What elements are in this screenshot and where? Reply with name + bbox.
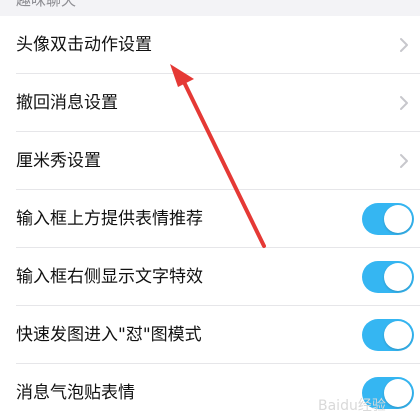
emoji-suggestion-toggle[interactable] bbox=[362, 203, 414, 235]
setting-label: 厘米秀设置 bbox=[16, 151, 101, 171]
setting-label: 撤回消息设置 bbox=[16, 93, 118, 113]
toggle-knob bbox=[384, 321, 412, 349]
text-effects-toggle[interactable] bbox=[362, 261, 414, 293]
setting-label: 消息气泡贴表情 bbox=[16, 383, 135, 403]
setting-cmshow[interactable]: 厘米秀设置 bbox=[0, 132, 420, 190]
section-header-label: 趣味聊天 bbox=[16, 0, 77, 9]
setting-label: 头像双击动作设置 bbox=[16, 35, 152, 55]
setting-text-effects-beside-input: 输入框右侧显示文字特效 bbox=[0, 248, 420, 306]
setting-recall-message[interactable]: 撤回消息设置 bbox=[0, 74, 420, 132]
chevron-right-icon bbox=[400, 38, 408, 52]
watermark: Baidu经验 bbox=[318, 398, 386, 414]
settings-list: 头像双击动作设置 撤回消息设置 厘米秀设置 输入框上方提供表情推荐 输入框右侧显 bbox=[0, 16, 420, 420]
setting-label: 输入框右侧显示文字特效 bbox=[16, 267, 203, 287]
chevron-right-icon bbox=[400, 154, 408, 168]
meme-mode-toggle[interactable] bbox=[362, 319, 414, 351]
setting-label: 快速发图进入"怼"图模式 bbox=[16, 325, 202, 345]
setting-quick-photo-meme-mode: 快速发图进入"怼"图模式 bbox=[0, 306, 420, 364]
setting-emoji-suggestions-above-input: 输入框上方提供表情推荐 bbox=[0, 190, 420, 248]
chevron-right-icon bbox=[400, 96, 408, 110]
section-header: 趣味聊天 bbox=[0, 0, 420, 16]
toggle-knob bbox=[384, 205, 412, 233]
settings-screen: 趣味聊天 头像双击动作设置 撤回消息设置 厘米秀设置 输入框上方提供表情推荐 输… bbox=[0, 0, 420, 420]
setting-label: 输入框上方提供表情推荐 bbox=[16, 209, 203, 229]
toggle-knob bbox=[384, 379, 412, 407]
toggle-knob bbox=[384, 263, 412, 291]
setting-avatar-double-tap-action[interactable]: 头像双击动作设置 bbox=[0, 16, 420, 74]
